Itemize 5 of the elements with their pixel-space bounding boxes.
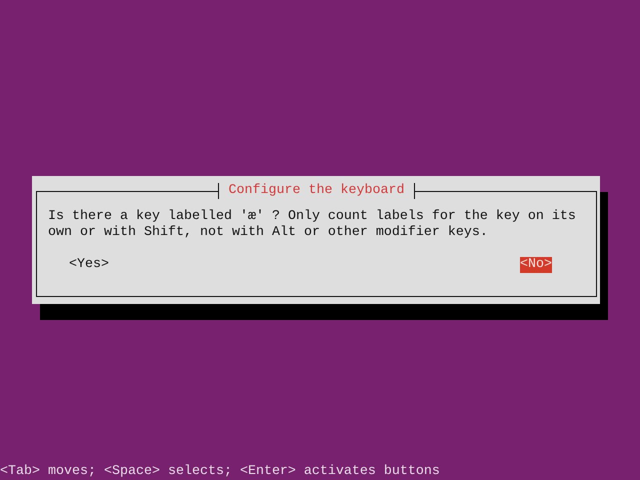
no-button[interactable]: <No> (520, 257, 552, 273)
yes-button[interactable]: <Yes> (69, 257, 109, 273)
dialog-title: Configure the keyboard (218, 183, 416, 199)
dialog-message: Is there a key labelled 'æ' ? Only count labels for the key on its own or with Shift, not with Alt or other modifier keys. (48, 209, 577, 241)
status-bar-hint: <Tab> moves; <Space> selects; <Enter> activates buttons (0, 464, 441, 480)
